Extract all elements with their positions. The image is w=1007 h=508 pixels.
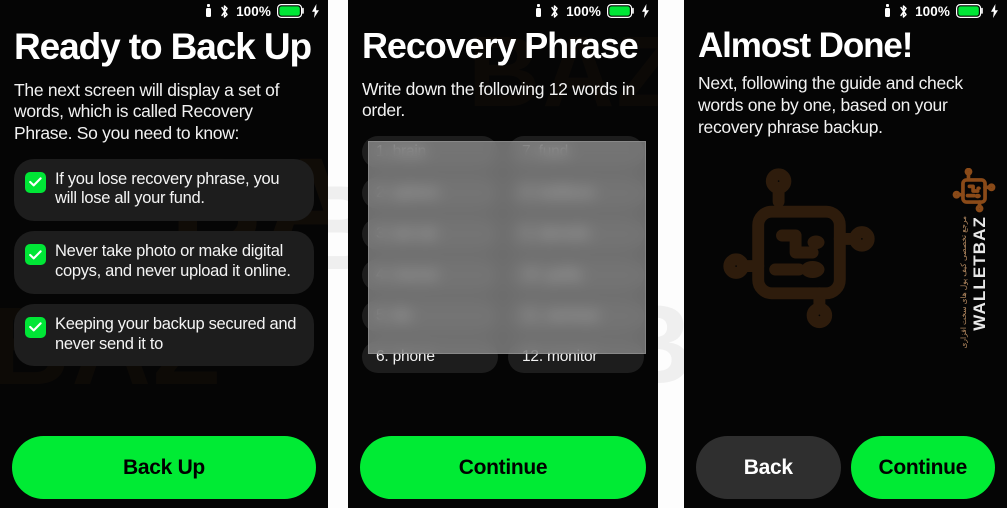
gutter-watermark: BAZ [328, 168, 348, 288]
list-item-label: If you lose recovery phrase, you will lo… [55, 169, 280, 208]
page-title: Recovery Phrase [362, 25, 639, 66]
recovery-word[interactable]: 9. demolic [508, 217, 644, 250]
recovery-word[interactable]: 7. fund [508, 135, 644, 168]
usb-device-icon [534, 3, 543, 19]
screen-almost-done: 100% Almost Done! Next, following the gu… [684, 0, 1007, 508]
walletbaz-subtitle-label: مرجع تخصصی کیف پول های سخت افزاری [958, 216, 968, 349]
checkmark-icon [25, 316, 46, 338]
battery-icon [277, 4, 305, 18]
recovery-word[interactable]: 4. rescue [362, 258, 498, 291]
charging-bolt-icon [641, 4, 650, 18]
recovery-word[interactable]: 12. monitor [508, 340, 644, 373]
screen-content: Ready to Back Up The next screen will di… [0, 26, 328, 367]
status-bar: 100% [0, 0, 328, 22]
recovery-word[interactable]: 8. bulldoze [508, 176, 644, 209]
page-description: The next screen will display a set of wo… [14, 79, 280, 143]
button-bar: Continue [348, 436, 658, 499]
page-description: Write down the following 12 words in ord… [362, 78, 635, 121]
battery-percent-label: 100% [566, 3, 601, 19]
recovery-word[interactable]: 6. phone [362, 340, 498, 373]
battery-icon [607, 4, 635, 18]
battery-icon [956, 4, 984, 18]
recovery-word[interactable]: 3. tuk tuk [362, 217, 498, 250]
usb-device-icon [883, 3, 892, 19]
recovery-word[interactable]: 2. sphere [362, 176, 498, 209]
checkmark-icon [25, 244, 46, 266]
list-item: If you lose recovery phrase, you will lo… [14, 158, 314, 222]
screen-content: Recovery Phrase Write down the following… [348, 25, 658, 373]
recovery-phrase-grid-wrapper: 1. brain 7. fund 2. sphere 8. bulldoze 3… [362, 135, 646, 373]
panel-gutter: BAZ [658, 0, 684, 508]
page-description: Next, following the guide and check word… [698, 73, 963, 137]
bluetooth-icon [219, 4, 230, 19]
recovery-word[interactable]: 5. tile [362, 299, 498, 332]
recovery-word[interactable]: 1. brain [362, 135, 498, 168]
usb-device-icon [204, 3, 213, 19]
screen-content: Almost Done! Next, following the guide a… [684, 27, 1007, 139]
button-bar: Back Continue [684, 436, 1007, 499]
list-item-label: Keeping your backup secured and never se… [55, 314, 297, 353]
gutter-watermark: BAZ [658, 289, 684, 400]
recovery-word[interactable]: 11. seminar [508, 299, 644, 332]
back-button[interactable]: Back [696, 436, 841, 499]
list-item-label: Never take photo or make digital copys, … [55, 242, 291, 281]
back-up-button[interactable]: Back Up [12, 436, 316, 499]
charging-bolt-icon [990, 4, 999, 18]
checkmark-icon [25, 171, 46, 193]
panel-gutter: BAZ [328, 0, 348, 508]
walletbaz-brand-label: WALLETBAZ [969, 216, 989, 331]
button-bar: Back Up [0, 436, 328, 499]
status-bar: 100% [684, 0, 1007, 22]
walletbaz-text-block: WALLETBAZ مرجع تخصصی کیف پول های سخت افز… [959, 216, 990, 349]
background-logo-icon [723, 168, 875, 329]
battery-percent-label: 100% [915, 3, 950, 19]
recovery-phrase-grid: 1. brain 7. fund 2. sphere 8. bulldoze 3… [362, 135, 644, 373]
list-item: Keeping your backup secured and never se… [14, 303, 314, 367]
charging-bolt-icon [311, 4, 320, 18]
walletbaz-watermark: WALLETBAZ مرجع تخصصی کیف پول های سخت افز… [943, 168, 1005, 349]
battery-percent-label: 100% [236, 3, 271, 19]
screen-recovery-phrase: BAZ 100% Recovery Phrase Write down the … [348, 0, 658, 508]
continue-button[interactable]: Continue [360, 436, 646, 499]
screenshot-strip: BAZ BAZ 100% Ready to Back Up The next s… [0, 0, 1007, 508]
checklist: If you lose recovery phrase, you will lo… [14, 158, 314, 367]
bluetooth-icon [898, 4, 909, 19]
continue-button[interactable]: Continue [850, 436, 995, 499]
page-title: Ready to Back Up [14, 26, 312, 67]
bluetooth-icon [549, 4, 560, 19]
screen-ready-to-back-up: BAZ BAZ 100% Ready to Back Up The next s… [0, 0, 328, 508]
list-item: Never take photo or make digital copys, … [14, 231, 314, 294]
page-title: Almost Done! [698, 26, 913, 65]
status-bar: 100% [348, 0, 658, 22]
recovery-word[interactable]: 10. guilty [508, 258, 644, 291]
walletbaz-logo-icon [952, 168, 996, 213]
